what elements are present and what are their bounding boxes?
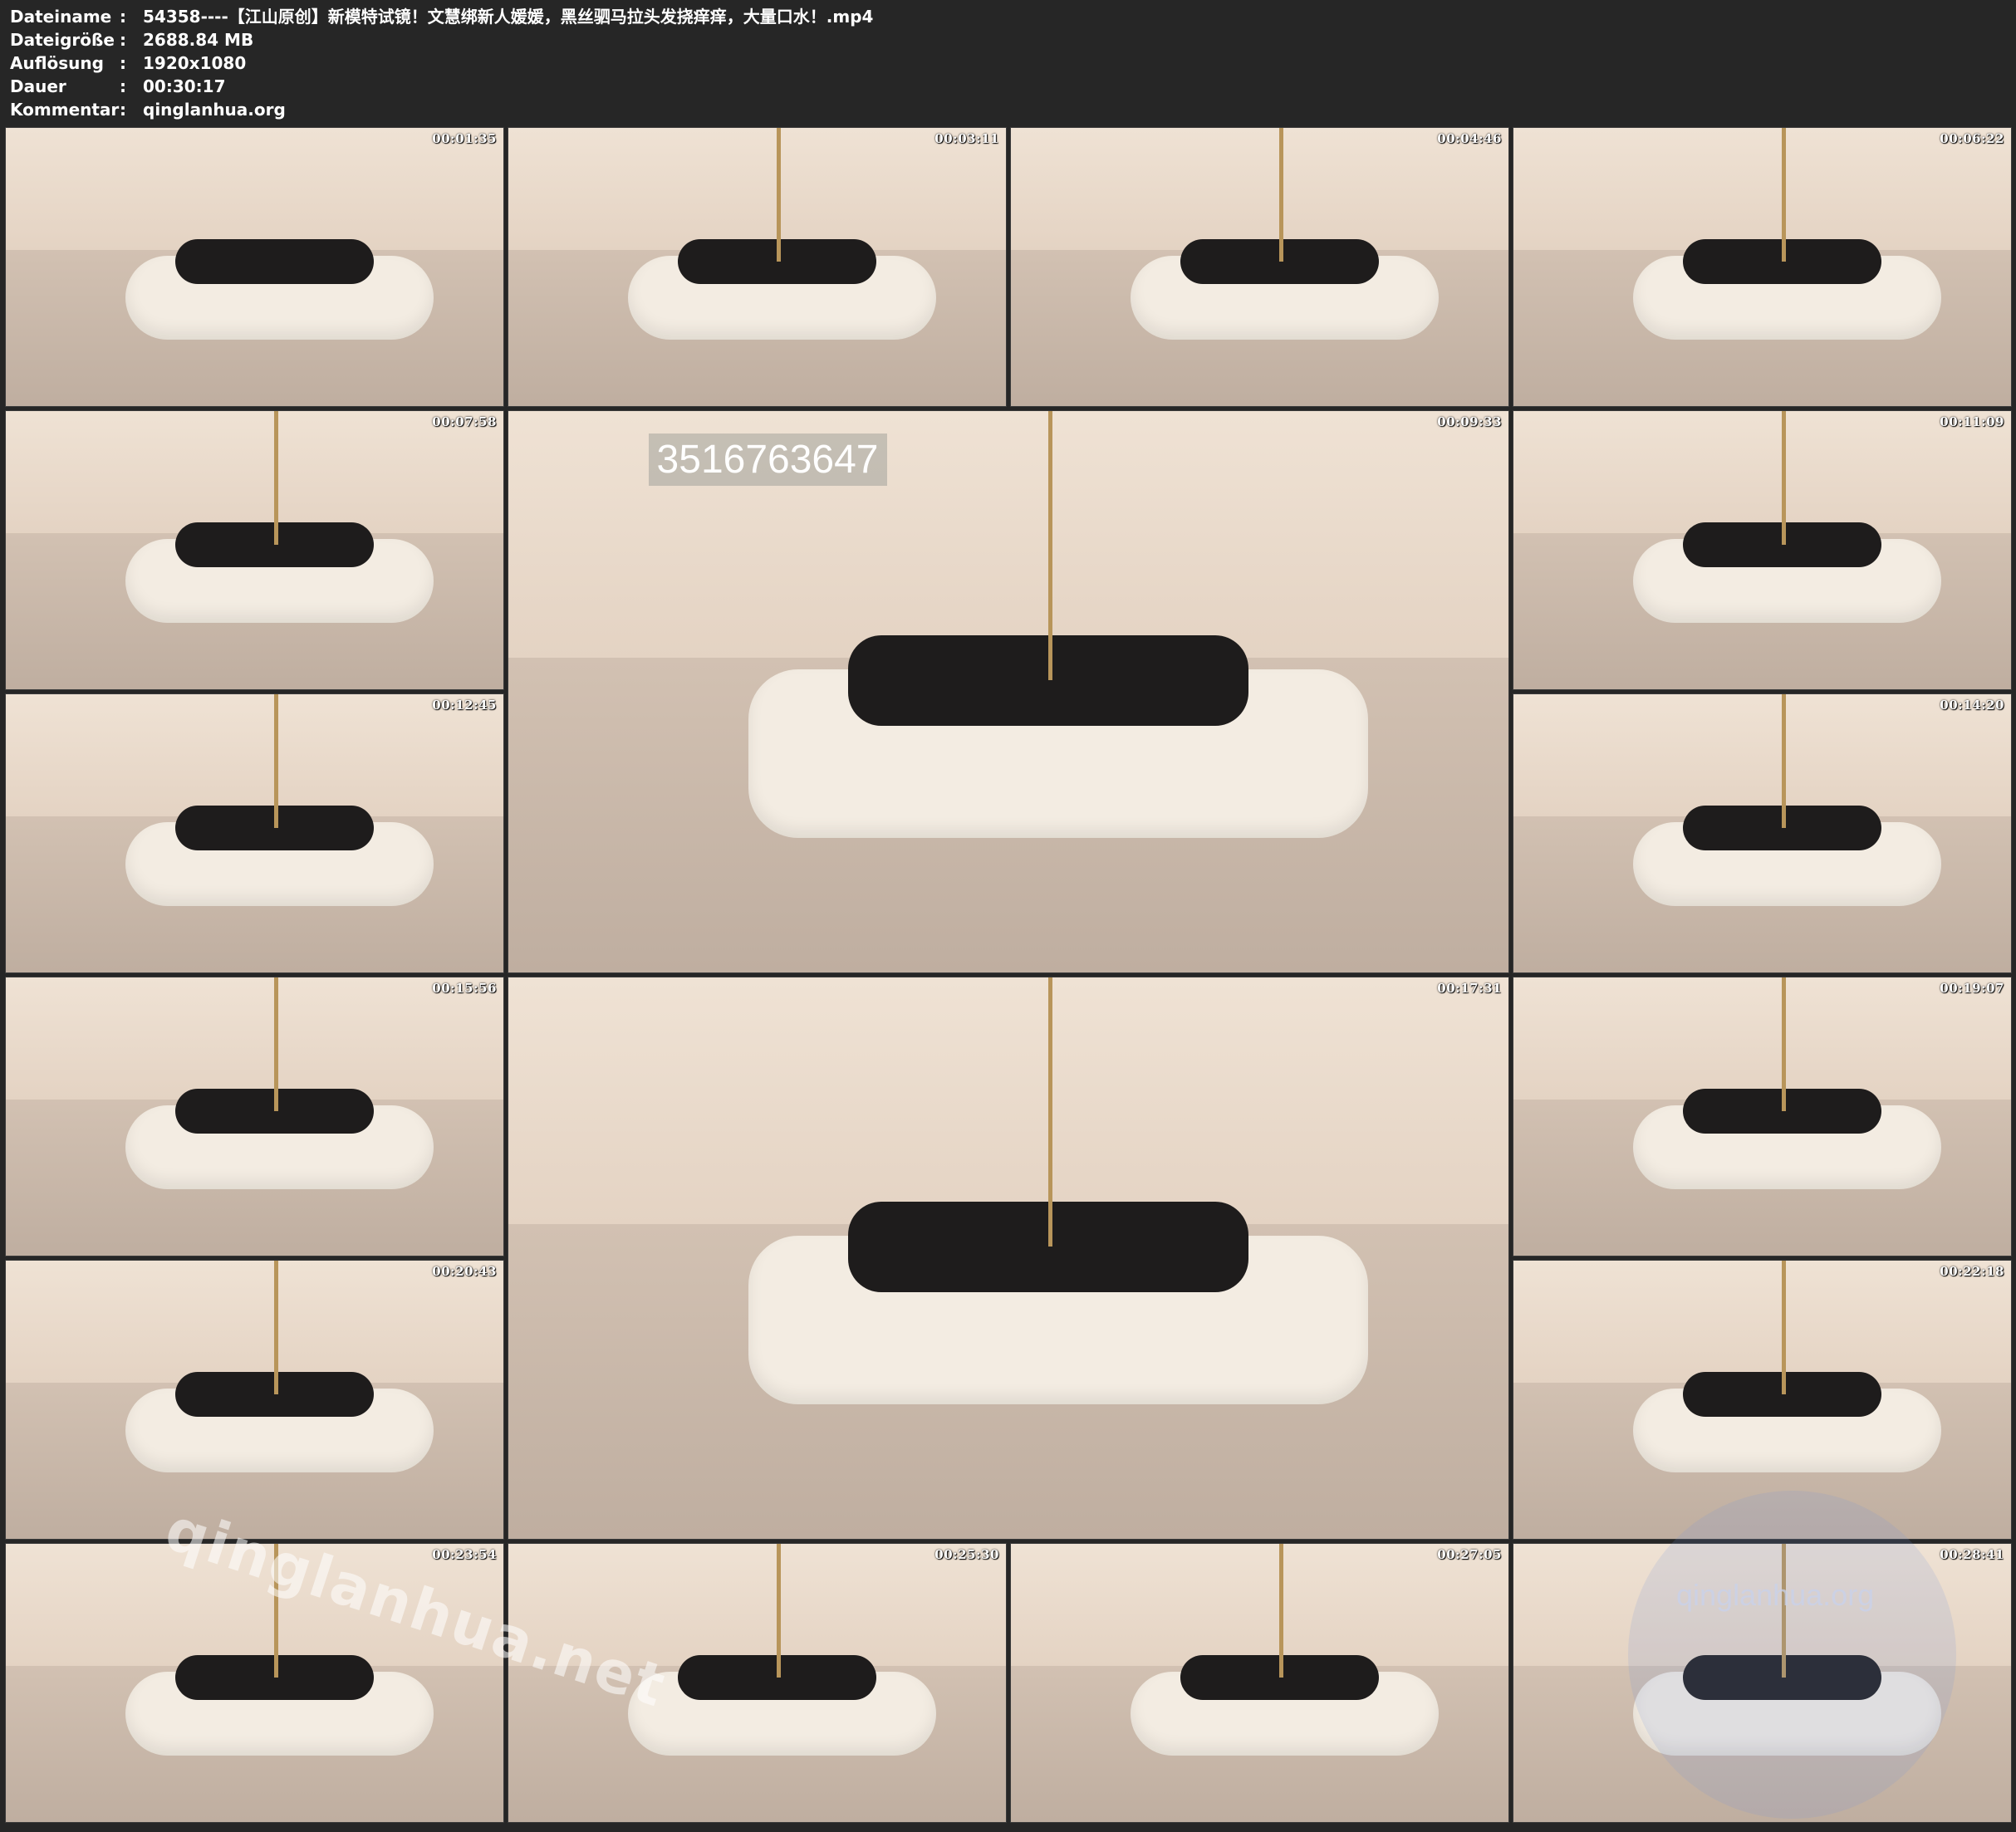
rope [1279,1544,1284,1678]
info-row-duration: Dauer : 00:30:17 [10,75,2004,98]
contact-sheet: Dateiname : 54358----【江山原创】新模特试镜！文慧绑新人媛媛… [0,0,2016,1832]
info-key: Kommentar [10,100,120,120]
info-value: 54358----【江山原创】新模特试镜！文慧绑新人媛媛，黑丝驷马拉头发挠痒痒，… [143,7,874,27]
info-row-filesize: Dateigröße : 2688.84 MB [10,28,2004,51]
timestamp: 00:15:56 [432,981,497,996]
info-row-comment: Kommentar : qinglanhua.org [10,98,2004,121]
thumbnail-12[interactable]: 00:19:07 [1513,977,2012,1256]
rope [274,411,279,545]
info-value: 00:30:17 [143,76,226,96]
rope [1048,977,1053,1247]
thumbnail-17[interactable]: 00:27:05 [1010,1543,1509,1823]
rope [1782,694,1787,828]
info-sep: : [120,53,126,73]
rope [777,1544,782,1678]
rope [1782,1261,1787,1394]
thumbnail-9[interactable]: 00:14:20 [1513,693,2012,973]
info-sep: : [120,76,126,96]
timestamp: 00:12:45 [432,698,497,713]
rope [274,977,279,1111]
rope [1782,977,1787,1111]
thumbnail-11[interactable]: 00:17:31 [508,977,1509,1540]
timestamp: 00:25:30 [934,1547,999,1562]
info-row-resolution: Auflösung : 1920x1080 [10,51,2004,75]
info-sep: : [120,30,126,50]
rope [1782,128,1787,262]
rope [1279,128,1284,262]
rope [274,1261,279,1394]
thumbnail-8[interactable]: 00:12:45 [5,693,504,973]
timestamp: 00:14:20 [1940,698,2004,713]
info-sep: : [120,7,126,27]
timestamp: 00:20:43 [432,1264,497,1279]
watermark-logo-icon [1628,1491,1956,1819]
timestamp: 00:09:33 [1437,414,1502,429]
thumbnail-6[interactable]: 3516763647 00:09:33 [508,410,1509,973]
file-info: Dateiname : 54358----【江山原创】新模特试镜！文慧绑新人媛媛… [10,5,2004,123]
thumbnail-13[interactable]: 00:20:43 [5,1260,504,1540]
timestamp: 00:17:31 [1437,981,1502,996]
timestamp: 00:07:58 [432,414,497,429]
watermark-text: qinglanhua.org [1676,1578,1875,1612]
info-key: Auflösung [10,53,104,73]
info-value: qinglanhua.org [143,100,286,120]
timestamp: 00:23:54 [432,1547,497,1562]
info-key: Dateiname [10,7,112,27]
timestamp: 00:04:46 [1437,131,1502,146]
timestamp: 00:11:09 [1940,414,2004,429]
rope [1782,411,1787,545]
timestamp: 00:03:11 [934,131,999,146]
rope [777,128,782,262]
model-figure [174,239,375,284]
info-sep: : [120,100,126,120]
thumbnail-5[interactable]: 00:07:58 [5,410,504,690]
info-value: 1920x1080 [143,53,247,73]
info-value: 2688.84 MB [143,30,254,50]
rope [274,694,279,828]
timestamp: 00:19:07 [1940,981,2004,996]
timestamp: 00:06:22 [1940,131,2004,146]
thumbnail-4[interactable]: 00:06:22 [1513,127,2012,407]
overlay-number: 3516763647 [648,434,887,487]
thumbnail-2[interactable]: 00:03:11 [508,127,1007,407]
timestamp: 00:27:05 [1437,1547,1502,1562]
info-row-filename: Dateiname : 54358----【江山原创】新模特试镜！文慧绑新人媛媛… [10,5,2004,28]
timestamp: 00:22:18 [1940,1264,2004,1279]
thumbnail-10[interactable]: 00:15:56 [5,977,504,1256]
rope [1048,411,1053,681]
timestamp: 00:01:35 [432,131,497,146]
thumbnail-1[interactable]: 00:01:35 [5,127,504,407]
info-key: Dauer [10,76,66,96]
info-key: Dateigröße [10,30,115,50]
thumbnail-3[interactable]: 00:04:46 [1010,127,1509,407]
timestamp: 00:28:41 [1940,1547,2004,1562]
thumbnail-7[interactable]: 00:11:09 [1513,410,2012,690]
